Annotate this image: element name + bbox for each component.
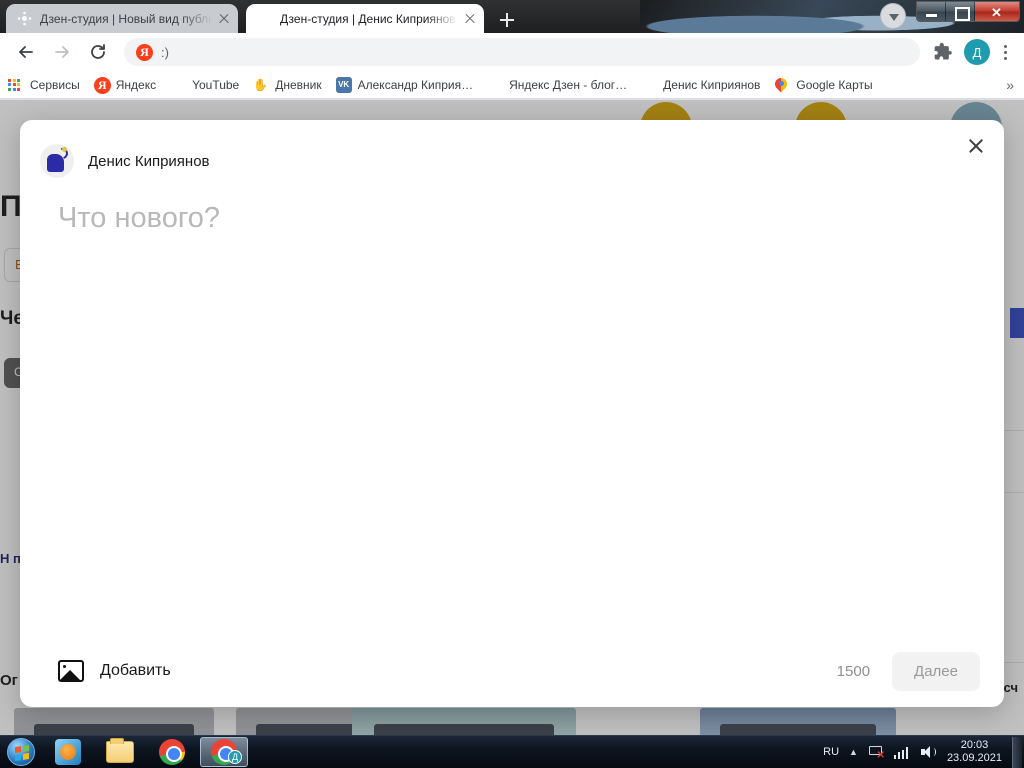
minimize-button[interactable] <box>917 2 946 21</box>
page-viewport: П В Че С Н пу по Ог Общий сч <box>0 100 1024 735</box>
bookmark-denis-kipriyanov[interactable]: Денис Киприянов <box>641 77 760 93</box>
address-bar-value: :) <box>161 44 169 60</box>
maps-pin-icon <box>774 77 790 93</box>
close-icon[interactable] <box>216 11 232 27</box>
tab-title: Дзен-студия | Новый вид публи <box>40 11 212 26</box>
profile-avatar[interactable]: Д <box>964 39 990 65</box>
bookmark-label: Яндекс <box>115 77 157 92</box>
start-button[interactable] <box>2 737 40 767</box>
windows-start-orb-icon <box>7 738 35 766</box>
browser-toolbar: Я :) Д <box>0 33 1024 71</box>
close-icon[interactable] <box>462 11 478 27</box>
dzen-icon <box>641 77 657 93</box>
profile-badge: Д <box>228 750 242 764</box>
bookmark-vk-aleksandr[interactable]: VK Александр Киприя… <box>335 76 474 93</box>
taskbar-item-google-chrome[interactable] <box>148 737 196 767</box>
bookmark-services[interactable]: Сервисы <box>8 77 80 93</box>
bookmark-label: Дневник <box>275 77 322 92</box>
dzen-icon <box>256 11 272 27</box>
bookmarks-bar: Сервисы Я Яндекс YouTube ✋ Дневник VK Ал… <box>0 71 1024 99</box>
clock-date: 23.09.2021 <box>946 752 1002 764</box>
system-tray: RU ▲ ✕ 20:03 23.09.2021 <box>818 736 1024 768</box>
tab-1[interactable]: Дзен-студия | Денис Киприянов <box>246 4 484 33</box>
window-caption-buttons: ✕ <box>916 1 1020 22</box>
composer-area[interactable]: Что нового? <box>20 178 1004 635</box>
taskbar-item-chrome-window[interactable]: Д <box>200 737 248 767</box>
browser-window: Дзен-студия | Новый вид публи Дзен-студи… <box>0 0 1024 735</box>
bookmark-google-maps[interactable]: Google Карты <box>774 77 872 93</box>
media-player-icon <box>55 739 81 765</box>
signal-bars-icon[interactable] <box>893 746 910 759</box>
bookmark-label: Яндекс Дзен - блог… <box>509 77 628 92</box>
close-window-button[interactable]: ✕ <box>975 2 1019 21</box>
tab-title: Дзен-студия | Денис Киприянов <box>280 11 456 26</box>
youtube-icon <box>170 77 186 93</box>
bookmark-yandex[interactable]: Я Яндекс <box>93 76 157 94</box>
reload-icon[interactable] <box>84 38 112 66</box>
bookmark-label: Денис Киприянов <box>663 77 761 92</box>
author-name: Денис Киприянов <box>88 152 210 170</box>
taskbar-item-file-explorer[interactable] <box>96 737 144 767</box>
image-icon <box>58 660 84 682</box>
bookmark-label: YouTube <box>192 77 240 92</box>
add-media-label: Добавить <box>100 662 171 679</box>
avatar <box>40 144 74 178</box>
apps-grid-icon <box>8 77 24 93</box>
volume-icon[interactable] <box>920 745 936 759</box>
taskbar-item-windows-media-player[interactable] <box>44 737 92 767</box>
maximize-button[interactable] <box>946 2 975 21</box>
bookmark-label: Александр Киприя… <box>357 77 474 92</box>
extensions-puzzle-icon[interactable] <box>929 38 957 66</box>
tray-expand-caret-icon[interactable]: ▲ <box>849 747 858 757</box>
address-bar[interactable]: Я :) <box>124 38 920 66</box>
add-media-button[interactable]: Добавить <box>58 660 171 682</box>
new-tab-button[interactable] <box>494 7 520 33</box>
taskbar-clock[interactable]: 20:03 23.09.2021 <box>947 739 1002 765</box>
language-indicator[interactable]: RU <box>823 746 839 758</box>
vk-icon: VK <box>335 76 352 93</box>
tab-0[interactable]: Дзен-студия | Новый вид публи <box>6 4 238 33</box>
back-arrow-icon[interactable] <box>12 38 40 66</box>
show-desktop-button[interactable] <box>1012 736 1022 768</box>
bookmark-label: Google Карты <box>796 77 873 92</box>
download-arrow-icon[interactable] <box>880 3 906 29</box>
clock-time: 20:03 <box>960 739 989 751</box>
modal-footer: Добавить 1500 Далее <box>20 635 1004 707</box>
yandex-icon: Я <box>136 43 153 61</box>
next-button[interactable]: Далее <box>892 651 980 691</box>
bookmark-diary[interactable]: ✋ Дневник <box>253 77 321 93</box>
bookmark-yandex-dzen-blog[interactable]: Яндекс Дзен - блог… <box>487 77 627 93</box>
bookmarks-overflow-icon[interactable]: » <box>1006 77 1014 93</box>
windows-taskbar: Д RU ▲ ✕ 20:03 23.09.2021 <box>0 735 1024 768</box>
chrome-menu-icon[interactable] <box>994 38 1016 66</box>
dzen-icon <box>487 77 503 93</box>
bookmark-label: Сервисы <box>30 77 80 92</box>
chrome-icon <box>159 739 185 765</box>
character-counter: 1500 <box>836 662 871 680</box>
yandex-icon: Я <box>93 76 111 94</box>
modal-author: Денис Киприянов <box>20 120 1004 178</box>
bookmark-youtube[interactable]: YouTube <box>170 77 239 93</box>
dzen-icon <box>16 11 32 27</box>
forward-arrow-icon <box>48 38 76 66</box>
close-icon[interactable] <box>962 132 990 160</box>
publish-modal: Денис Киприянов Что нового? Добавить 150… <box>20 120 1004 707</box>
hand-icon: ✋ <box>253 77 269 92</box>
network-disconnected-icon[interactable]: ✕ <box>868 745 885 761</box>
tab-strip: Дзен-студия | Новый вид публи Дзен-студи… <box>0 0 1024 33</box>
folder-icon <box>106 738 134 763</box>
composer-placeholder: Что нового? <box>58 202 221 234</box>
